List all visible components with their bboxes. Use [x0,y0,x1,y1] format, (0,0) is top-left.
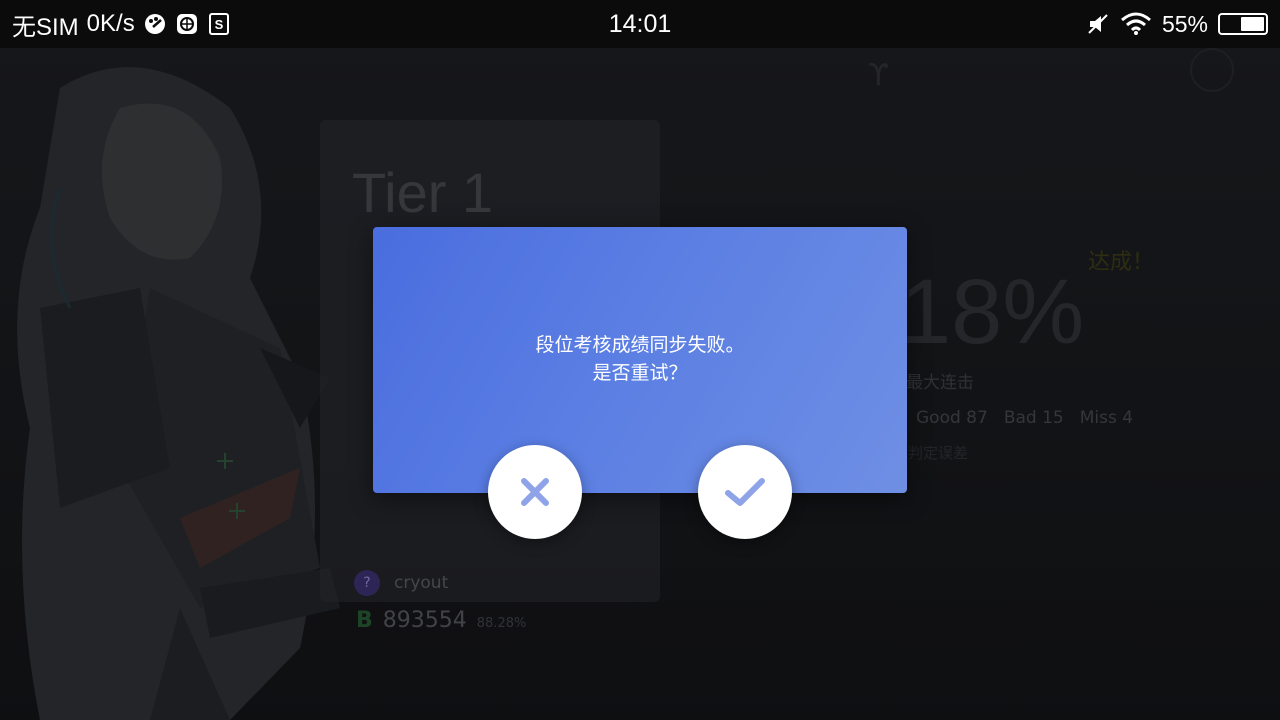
globe-icon [175,12,199,36]
svg-text:S: S [214,17,223,32]
battery-fill [1241,17,1264,31]
network-speed: 0K/s [86,10,135,37]
battery-icon [1218,13,1268,35]
wifi-icon [1120,12,1152,36]
close-icon [521,478,549,506]
status-right: 55% [1086,0,1268,48]
dialog-line-1: 段位考核成绩同步失败。 [535,334,745,356]
status-bar: 无SIM 0K/s S 14:01 55% [0,0,1280,48]
dialog-line-2: 是否重试？ [592,362,688,384]
cancel-button[interactable] [488,445,582,539]
dialog-message: 段位考核成绩同步失败。 是否重试？ [373,331,907,387]
check-icon [725,478,765,506]
storage-icon: S [207,12,231,36]
sync-failed-dialog: 段位考核成绩同步失败。 是否重试？ [373,227,907,493]
battery-percent: 55% [1161,10,1208,37]
retry-button[interactable] [698,445,792,539]
mute-icon [1086,12,1110,36]
status-left: 无SIM 0K/s S [12,0,231,48]
palette-icon [143,12,167,36]
carrier-label: 无SIM [12,13,79,41]
